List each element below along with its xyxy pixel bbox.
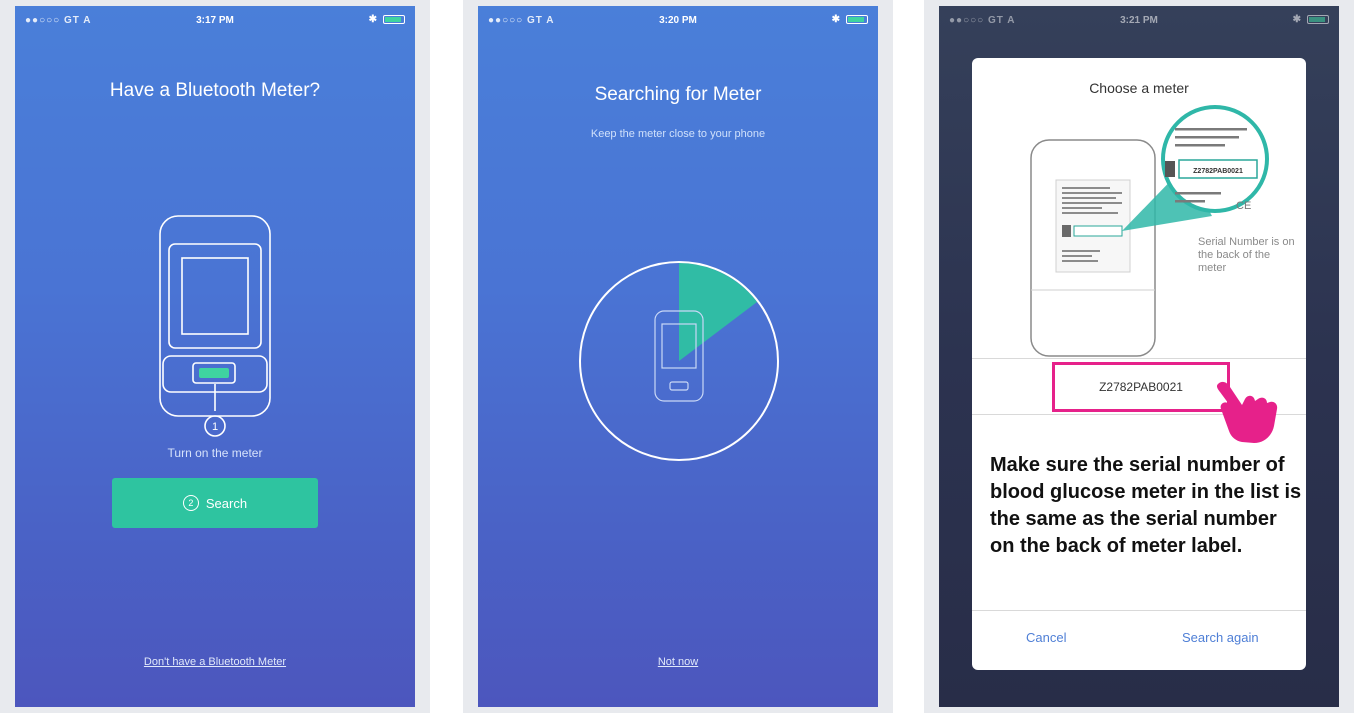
battery-icon <box>383 15 405 24</box>
serial-number-note: Serial Number is on the back of the mete… <box>1198 236 1295 274</box>
zoomed-serial-text: Z2782PAB0021 <box>1193 168 1243 175</box>
status-time: 3:20 PM <box>659 15 697 26</box>
status-icons: ✱ <box>1293 14 1329 25</box>
status-time: 3:17 PM <box>196 15 234 26</box>
no-bluetooth-meter-link[interactable]: Don't have a Bluetooth Meter <box>15 656 415 668</box>
bluetooth-icon: ✱ <box>1292 14 1301 25</box>
status-icons: ✱ <box>832 14 868 25</box>
meter-back-illustration: Z2782PAB0021 CE <box>1030 105 1269 357</box>
small-serial-box <box>1073 225 1123 237</box>
meter-serial-value: Z2782PAB0021 <box>1099 380 1183 394</box>
meter-silhouette-button <box>669 381 689 391</box>
screen-frame-2: ●●○○○ GT A 3:20 PM ✱ Searching for Meter… <box>463 0 893 713</box>
screen-frame-3: ●●○○○ GT A 3:21 PM ✱ Choose a meter Z278… <box>924 0 1354 713</box>
meter-illustration: 1 <box>159 215 271 437</box>
power-button-icon <box>199 368 229 378</box>
turn-on-caption: Turn on the meter <box>167 446 263 460</box>
status-bar: ●●○○○ GT A 3:17 PM ✱ <box>15 6 415 32</box>
bluetooth-icon: ✱ <box>368 14 377 25</box>
page-title: Searching for Meter <box>594 84 762 105</box>
not-now-link[interactable]: Not now <box>478 656 878 668</box>
radar-scanner <box>579 261 779 461</box>
step-two-icon: 2 <box>182 495 199 511</box>
tap-hand-icon <box>1216 381 1278 443</box>
meter-list-item-serial[interactable]: Z2782PAB0021 <box>1052 362 1230 412</box>
page-subtitle: Keep the meter close to your phone <box>590 128 766 140</box>
screen-frame-1: ●●○○○ GT A 3:17 PM ✱ Have a Bluetooth Me… <box>0 0 430 713</box>
barcode-icon <box>1165 161 1175 177</box>
phone-screen-choose-meter: ●●○○○ GT A 3:21 PM ✱ Choose a meter Z278… <box>939 6 1339 707</box>
meter-display <box>181 257 249 335</box>
choose-meter-dialog: Choose a meter Z2782PAB0021 CE Serial Nu… <box>972 58 1306 670</box>
status-bar: ●●○○○ GT A 3:20 PM ✱ <box>478 6 878 32</box>
ce-mark-icon: CE <box>1236 200 1251 212</box>
search-button[interactable]: 2 Search <box>112 478 318 528</box>
search-again-button[interactable]: Search again <box>1182 630 1259 645</box>
small-barcode-icon <box>1062 225 1071 237</box>
battery-icon <box>846 15 868 24</box>
zoom-magnifier-circle <box>1161 105 1269 213</box>
instruction-text: Make sure the serial number of blood glu… <box>990 454 1302 557</box>
page-title: Have a Bluetooth Meter? <box>109 80 321 101</box>
status-icons: ✱ <box>369 14 405 25</box>
status-time: 3:21 PM <box>1120 15 1158 26</box>
status-bar: ●●○○○ GT A 3:21 PM ✱ <box>939 6 1339 32</box>
battery-icon <box>1307 15 1329 24</box>
bluetooth-icon: ✱ <box>831 14 840 25</box>
search-button-label: Search <box>205 495 248 511</box>
list-divider-top <box>972 358 1306 359</box>
phone-screen-searching: ●●○○○ GT A 3:20 PM ✱ Searching for Meter… <box>478 6 878 707</box>
cancel-button[interactable]: Cancel <box>1026 630 1066 645</box>
dialog-button-divider <box>972 610 1306 611</box>
radar-sweep <box>679 263 757 361</box>
phone-screen-bluetooth-meter: ●●○○○ GT A 3:17 PM ✱ Have a Bluetooth Me… <box>15 6 415 707</box>
meter-screen-frame <box>168 243 262 349</box>
step-one-number: 1 <box>212 421 218 433</box>
